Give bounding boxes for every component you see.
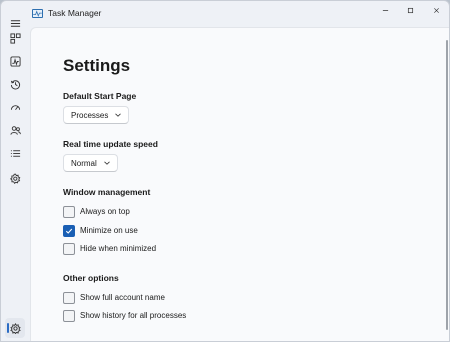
minimize-icon xyxy=(382,9,388,11)
update-speed-value: Normal xyxy=(71,158,97,168)
minimize-on-use-label: Minimize on use xyxy=(80,226,138,235)
default-start-page-dropdown[interactable]: Processes xyxy=(63,106,130,124)
chevron-down-icon xyxy=(115,113,122,117)
update-speed-dropdown[interactable]: Normal xyxy=(63,154,118,172)
performance-icon xyxy=(9,55,21,67)
maximize-button[interactable] xyxy=(396,1,424,19)
minimize-on-use-option[interactable]: Minimize on use xyxy=(63,224,138,237)
task-manager-app-icon xyxy=(32,9,43,18)
sidebar-item-users[interactable] xyxy=(5,120,25,140)
startup-apps-icon xyxy=(10,104,20,110)
always-on-top-option[interactable]: Always on top xyxy=(63,205,130,218)
show-full-account-name-label: Show full account name xyxy=(80,293,165,302)
close-button[interactable] xyxy=(422,1,449,19)
title-bar: Task Manager xyxy=(1,1,449,27)
minimize-on-use-checkbox[interactable] xyxy=(63,224,75,237)
sidebar-item-app-history[interactable] xyxy=(5,74,25,94)
sidebar xyxy=(1,19,29,341)
sidebar-item-settings[interactable] xyxy=(5,318,25,338)
settings-icon xyxy=(9,322,21,334)
other-options-label: Other options xyxy=(63,273,119,283)
show-history-all-processes-option[interactable]: Show history for all processes xyxy=(63,309,186,322)
sidebar-item-details[interactable] xyxy=(5,143,25,163)
default-start-page-label: Default Start Page xyxy=(63,91,137,101)
hide-when-minimized-option[interactable]: Hide when minimized xyxy=(63,242,156,255)
minimize-button[interactable] xyxy=(371,1,399,19)
show-full-account-name-checkbox[interactable] xyxy=(63,291,75,304)
show-history-all-processes-label: Show history for all processes xyxy=(80,311,187,320)
always-on-top-label: Always on top xyxy=(80,207,130,216)
app-history-icon xyxy=(10,79,20,89)
services-icon xyxy=(9,173,20,184)
active-indicator xyxy=(7,323,9,333)
hamburger-menu-icon xyxy=(10,19,20,27)
close-icon xyxy=(433,7,439,13)
sidebar-item-startup-apps[interactable] xyxy=(5,97,25,117)
vertical-scrollbar[interactable] xyxy=(446,40,448,330)
sidebar-item-services[interactable] xyxy=(5,168,25,188)
settings-panel: Settings Default Start Page Processes Re… xyxy=(30,27,449,341)
chevron-down-icon xyxy=(104,161,110,165)
maximize-icon xyxy=(407,7,413,13)
details-icon xyxy=(10,149,20,157)
update-speed-label: Real time update speed xyxy=(63,139,158,149)
show-full-account-name-option[interactable]: Show full account name xyxy=(63,291,165,304)
show-history-all-processes-checkbox[interactable] xyxy=(63,309,75,322)
hide-when-minimized-checkbox[interactable] xyxy=(63,242,75,255)
processes-icon xyxy=(9,32,21,44)
sidebar-item-performance[interactable] xyxy=(5,51,25,71)
window-management-label: Window management xyxy=(63,187,151,197)
hide-when-minimized-label: Hide when minimized xyxy=(80,244,157,253)
checkmark-icon xyxy=(65,228,73,234)
sidebar-item-processes[interactable] xyxy=(5,28,25,48)
always-on-top-checkbox[interactable] xyxy=(63,205,75,218)
default-start-page-value: Processes xyxy=(71,110,109,120)
task-manager-window: Task Manager Settings Default Start Page… xyxy=(0,0,450,342)
page-title: Settings xyxy=(63,56,131,75)
users-icon xyxy=(9,125,21,135)
window-title: Task Manager xyxy=(48,8,102,18)
